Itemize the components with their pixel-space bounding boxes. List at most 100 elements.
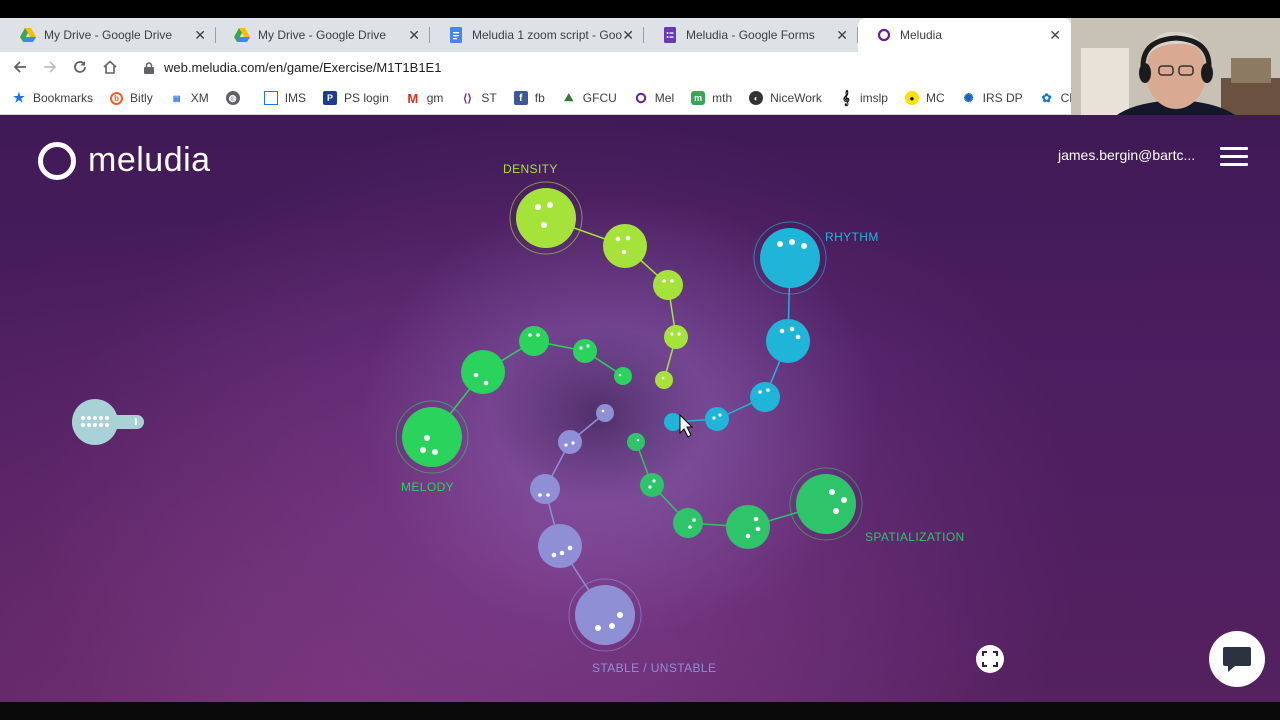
user-email[interactable]: james.bergin@bartc... bbox=[1058, 147, 1195, 163]
bookmark-ps-login[interactable]: P PS login bbox=[323, 91, 389, 105]
bookmark-gfcu[interactable]: ⛰ GFCU bbox=[562, 91, 617, 105]
google-forms-icon bbox=[662, 27, 678, 43]
address-bar[interactable]: web.meludia.com/en/game/Exercise/M1T1B1E… bbox=[132, 55, 1067, 80]
melody-level-node[interactable] bbox=[519, 326, 549, 356]
bookmark-xm[interactable]: ▤ XM bbox=[170, 91, 209, 105]
bookmark-label: NiceWork bbox=[770, 91, 822, 105]
forward-arrow-icon[interactable] bbox=[39, 56, 61, 78]
meludia-logo[interactable]: meludia bbox=[38, 141, 211, 180]
screen-frame: My Drive - Google Drive ✕ My Drive - Goo… bbox=[0, 0, 1280, 720]
bookmark-label: XM bbox=[190, 91, 209, 105]
hamburger-menu-icon[interactable] bbox=[1220, 147, 1248, 169]
google-docs-icon bbox=[448, 27, 464, 43]
rhythm-label: RHYTHM bbox=[825, 230, 879, 244]
density-label: DENSITY bbox=[503, 162, 558, 176]
tab-title: Meludia - Google Forms bbox=[686, 28, 815, 42]
bookmark-st[interactable]: ⟨⟩ ST bbox=[460, 91, 497, 105]
spatialization-level-node[interactable] bbox=[640, 473, 664, 497]
bottom-black-bar bbox=[0, 702, 1280, 720]
spatialization-level-node[interactable] bbox=[796, 474, 856, 534]
bookmark-nicework[interactable]: ◐ NiceWork bbox=[749, 91, 822, 105]
bookmark-globe[interactable]: ◍ bbox=[225, 91, 247, 105]
ims-icon bbox=[263, 91, 278, 105]
density-level-node[interactable] bbox=[603, 224, 647, 268]
star-icon: ★ bbox=[13, 90, 25, 105]
bookmark-label: Bookmarks bbox=[33, 91, 94, 105]
melody-label: MELODY bbox=[401, 480, 455, 494]
nicework-icon: ◐ bbox=[749, 91, 764, 105]
lock-icon bbox=[144, 61, 154, 74]
stable-level-node[interactable] bbox=[558, 430, 582, 454]
density-level-node[interactable] bbox=[516, 188, 576, 248]
density-level-node[interactable] bbox=[653, 270, 683, 300]
rhythm-level-node[interactable] bbox=[664, 413, 682, 431]
tab-my-drive-1[interactable]: My Drive - Google Drive ✕ bbox=[2, 18, 216, 52]
bookmark-mc[interactable]: ● MC bbox=[904, 91, 945, 105]
stable-level-node[interactable] bbox=[575, 585, 635, 645]
mc-icon: ● bbox=[904, 91, 919, 105]
browser-chrome: My Drive - Google Drive ✕ My Drive - Goo… bbox=[0, 18, 1117, 115]
meludia-icon bbox=[634, 91, 648, 105]
rhythm-level-node[interactable] bbox=[760, 228, 820, 288]
top-black-bar bbox=[0, 0, 1280, 18]
bookmark-label: mth bbox=[712, 91, 733, 105]
bookmark-ims[interactable]: IMS bbox=[263, 91, 306, 105]
home-icon[interactable] bbox=[99, 56, 121, 78]
ps-icon: P bbox=[323, 91, 338, 105]
chat-bubble-icon[interactable] bbox=[1209, 631, 1265, 687]
melody-level-node[interactable] bbox=[402, 407, 462, 467]
exercise-map bbox=[395, 181, 863, 652]
bookmark-fb[interactable]: f fb bbox=[513, 91, 545, 105]
stable-level-node[interactable] bbox=[530, 474, 560, 504]
tab-my-drive-2[interactable]: My Drive - Google Drive ✕ bbox=[216, 18, 430, 52]
tab-meludia-zoom-script[interactable]: Meludia 1 zoom script - Goog ✕ bbox=[430, 18, 644, 52]
rhythm-level-node[interactable] bbox=[750, 382, 780, 412]
reload-icon[interactable] bbox=[69, 56, 91, 78]
tab-meludia[interactable]: Meludia ✕ bbox=[858, 18, 1071, 52]
tab-title: Meludia bbox=[900, 28, 943, 42]
gmail-icon: M bbox=[407, 90, 419, 106]
spatialization-label: SPATIALIZATION bbox=[865, 530, 965, 544]
bookmark-label: ST bbox=[481, 91, 497, 105]
bookmark-label: Mel bbox=[654, 91, 675, 105]
irs-icon: ✺ bbox=[963, 91, 974, 105]
google-drive-icon bbox=[234, 27, 250, 43]
tab-meludia-forms[interactable]: Meludia - Google Forms ✕ bbox=[644, 18, 858, 52]
gfcu-icon: ⛰ bbox=[564, 91, 574, 104]
melody-level-node[interactable] bbox=[461, 350, 505, 394]
melody-level-node[interactable] bbox=[573, 339, 597, 363]
rhythm-level-node[interactable] bbox=[766, 319, 810, 363]
bookmark-bitly[interactable]: b Bitly bbox=[110, 91, 153, 105]
back-arrow-icon[interactable] bbox=[9, 56, 31, 78]
meludia-game-area: DENSITY RHYTHM MELODY SPATIALIZATION STA… bbox=[0, 115, 1280, 702]
bookmark-mel[interactable]: Mel bbox=[634, 91, 674, 105]
bookmark-mth[interactable]: m mth bbox=[691, 91, 732, 105]
rhythm-level-node[interactable] bbox=[705, 407, 729, 431]
bookmark-label: MC bbox=[925, 91, 945, 105]
spatialization-level-node[interactable] bbox=[726, 505, 770, 549]
url-text: web.meludia.com/en/game/Exercise/M1T1B1E… bbox=[164, 60, 442, 75]
close-tab-icon[interactable]: ✕ bbox=[622, 27, 634, 44]
bookmark-label: Bitly bbox=[130, 91, 153, 105]
bookmark-imslp[interactable]: 𝄞 imslp bbox=[839, 90, 888, 105]
close-tab-icon[interactable]: ✕ bbox=[1049, 27, 1061, 44]
close-tab-icon[interactable]: ✕ bbox=[836, 27, 848, 44]
fullscreen-icon[interactable] bbox=[976, 645, 1004, 673]
melody-level-node[interactable] bbox=[614, 367, 632, 385]
bookmark-label: gm bbox=[426, 91, 444, 105]
bookmark-bookmarks[interactable]: ★ Bookmarks bbox=[12, 90, 94, 105]
close-tab-icon[interactable]: ✕ bbox=[408, 27, 420, 44]
stable-level-node[interactable] bbox=[596, 404, 614, 422]
density-level-node[interactable] bbox=[655, 371, 673, 389]
close-tab-icon[interactable]: ✕ bbox=[194, 27, 206, 44]
bookmark-irs-dp[interactable]: ✺ IRS DP bbox=[962, 91, 1023, 105]
cha-icon: ✿ bbox=[1041, 91, 1052, 105]
stable-level-node[interactable] bbox=[538, 524, 582, 568]
google-drive-icon bbox=[20, 27, 36, 43]
meludia-icon bbox=[876, 27, 892, 43]
spatialization-level-node[interactable] bbox=[627, 433, 645, 451]
spatialization-level-node[interactable] bbox=[673, 508, 703, 538]
bookmark-gm[interactable]: Mgm bbox=[406, 90, 444, 106]
density-level-node[interactable] bbox=[664, 325, 688, 349]
key-icon[interactable] bbox=[72, 399, 144, 445]
